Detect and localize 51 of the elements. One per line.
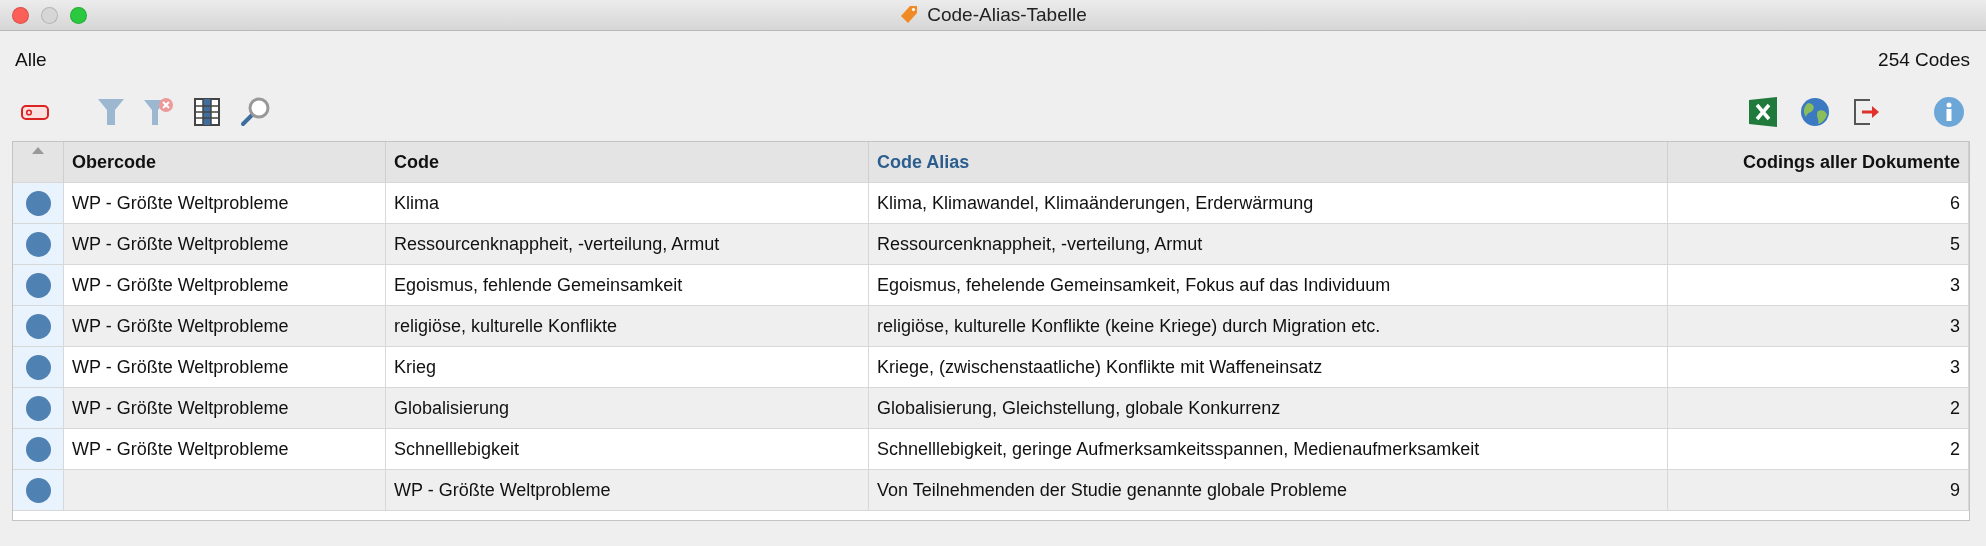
status-dot — [25, 436, 51, 462]
table-cell: Ressourcenknappheit, -verteilung, Armut — [386, 224, 869, 264]
table-cell: WP - Größte Weltprobleme — [64, 183, 386, 223]
window-title: Code-Alias-Tabelle — [927, 4, 1087, 26]
status-dot — [25, 190, 51, 216]
table-cell: WP - Größte Weltprobleme — [64, 306, 386, 346]
table-cell: WP - Größte Weltprobleme — [64, 388, 386, 428]
status-dot — [25, 313, 51, 339]
table-cell: Egoismus, fehelende Gemeinsamkeit, Fokus auf das Individuum — [869, 265, 1668, 305]
table-cell: Ressourcenknappheit, -verteilung, Armut — [869, 224, 1668, 264]
table-cell: 3 — [1668, 306, 1969, 346]
table-cell: WP - Größte Weltprobleme — [64, 347, 386, 387]
table-cell: WP - Größte Weltprobleme — [64, 265, 386, 305]
table-cell: WP - Größte Weltprobleme — [386, 470, 869, 510]
table-cell: religiöse, kulturelle Konflikte — [386, 306, 869, 346]
table-cell: Globalisierung — [386, 388, 869, 428]
zoom-button[interactable] — [70, 6, 87, 24]
status-dot — [25, 272, 51, 298]
table-cell: 9 — [1668, 470, 1969, 510]
table-cell: Krieg — [386, 347, 869, 387]
table-cell: Kriege, (zwischenstaatliche) Konflikte mit Waffeneinsatz — [869, 347, 1668, 387]
status-dot — [25, 231, 51, 257]
excel-export-button[interactable] — [1746, 95, 1780, 129]
globe-button[interactable] — [1798, 95, 1832, 129]
status-dot — [25, 354, 51, 380]
tag-icon[interactable] — [20, 102, 50, 122]
table-cell: 2 — [1668, 429, 1969, 469]
table-cell: 6 — [1668, 183, 1969, 223]
sort-arrow-icon[interactable] — [32, 147, 44, 154]
table-cell: 3 — [1668, 347, 1969, 387]
filter-label: Alle — [15, 49, 47, 71]
table-cell: 3 — [1668, 265, 1969, 305]
table-cell: 2 — [1668, 388, 1969, 428]
info-button[interactable] — [1932, 95, 1966, 129]
table-cell: Egoismus, fehlende Gemeinsamkeit — [386, 265, 869, 305]
search-button[interactable] — [238, 95, 272, 129]
table-cell: Schnelllebigkeit, geringe Aufmerksamkeitsspannen, Medienaufmerksamkeit — [869, 429, 1668, 469]
table-cell: religiöse, kulturelle Konflikte (keine Kriege) durch Migration etc. — [869, 306, 1668, 346]
tag-icon — [899, 5, 920, 25]
table-cell: WP - Größte Weltprobleme — [64, 429, 386, 469]
status-dot — [25, 395, 51, 421]
table-cell: Klima — [386, 183, 869, 223]
table-cell: Klima, Klimawandel, Klimaänderungen, Erderwärmung — [869, 183, 1668, 223]
table-cell: Schnelllebigkeit — [386, 429, 869, 469]
close-button[interactable] — [12, 6, 29, 24]
code-count: 254 Codes — [1878, 49, 1970, 71]
table-cell: Globalisierung, Gleichstellung, globale Konkurrenz — [869, 388, 1668, 428]
table-cell: 5 — [1668, 224, 1969, 264]
table-cell: Von Teilnehmenden der Studie genannte globale Probleme — [869, 470, 1668, 510]
table-cell: WP - Größte Weltprobleme — [64, 224, 386, 264]
status-dot — [25, 477, 51, 503]
